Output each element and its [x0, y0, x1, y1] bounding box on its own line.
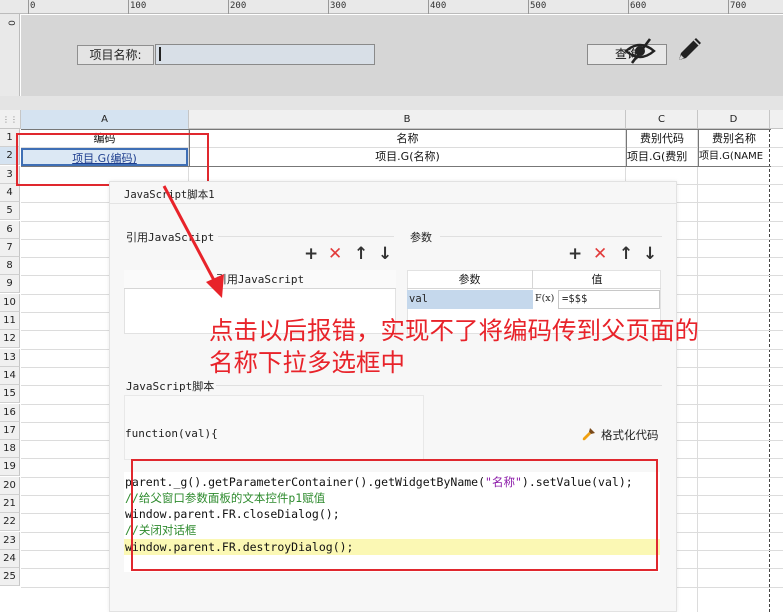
row-header-7[interactable]: 7 [0, 238, 20, 257]
ruler-label: 200 [230, 1, 247, 11]
function-signature: function(val){ [125, 427, 218, 440]
format-code-button[interactable]: 格式化代码 [601, 427, 659, 443]
edit-pencil-icon[interactable] [674, 33, 706, 65]
param-column-header: 参数 [407, 270, 533, 289]
add-icon[interactable]: + [304, 246, 318, 263]
row-header-5[interactable]: 5 [0, 202, 20, 221]
param-down-icon[interactable]: ↓ [643, 246, 657, 263]
text-caret [159, 47, 161, 61]
column-header-c[interactable]: C [626, 110, 698, 129]
divider [440, 236, 662, 237]
format-brush-icon[interactable] [581, 426, 597, 442]
row-header-6[interactable]: 6 [0, 220, 20, 239]
param-section-title: 参数 [410, 231, 432, 244]
horizontal-ruler: 0 100 200 300 400 500 600 700 [0, 0, 783, 14]
cell-d1[interactable]: 费别名称 [698, 130, 769, 148]
move-up-icon[interactable]: ↑ [354, 246, 368, 263]
ruler-label: 500 [530, 1, 547, 11]
project-name-label: 项目名称: [77, 45, 154, 65]
ruler-label: 0 [7, 20, 18, 26]
highlight-box-code [131, 459, 658, 571]
ruler-label: 300 [330, 1, 347, 11]
project-name-input[interactable] [155, 44, 375, 65]
annotation-line-2: 名称下拉多选框中 [209, 348, 405, 377]
row-header-14[interactable]: 14 [0, 366, 20, 385]
move-down-icon[interactable]: ↓ [378, 246, 392, 263]
row-header-17[interactable]: 17 [0, 421, 20, 440]
delete-param-icon[interactable]: ✕ [593, 246, 607, 263]
cell-d2[interactable]: 项目.G(NAME [698, 148, 769, 166]
eye-slash-icon[interactable] [623, 36, 657, 66]
divider [216, 385, 662, 386]
column-header-a[interactable]: A [21, 110, 189, 129]
row-header-16[interactable]: 16 [0, 403, 20, 422]
divider [218, 236, 394, 237]
annotation-line-1: 点击以后报错，实现不了将编码传到父页面的 [209, 316, 699, 345]
ruler-label: 0 [30, 1, 36, 11]
row-header-8[interactable]: 8 [0, 257, 20, 276]
cell-b1[interactable]: 名称 [189, 130, 625, 148]
param-up-icon[interactable]: ↑ [619, 246, 633, 263]
select-all-corner[interactable]: ⋮⋮ [0, 110, 21, 129]
row-header-4[interactable]: 4 [0, 183, 20, 202]
pane-separator [0, 96, 783, 110]
row-header-21[interactable]: 21 [0, 495, 20, 513]
row-header-22[interactable]: 22 [0, 513, 20, 532]
row-header-11[interactable]: 11 [0, 312, 20, 330]
row-header-20[interactable]: 20 [0, 476, 20, 495]
cell-b2[interactable]: 项目.G(名称) [189, 148, 625, 166]
value-column-header: 值 [533, 270, 661, 289]
row-header-9[interactable]: 9 [0, 275, 20, 294]
annotation-text: 点击以后报错，实现不了将编码传到父页面的 名称下拉多选框中 [209, 315, 699, 379]
row-header-24[interactable]: 24 [0, 549, 20, 568]
param-name-cell[interactable]: val [407, 290, 533, 309]
row-header-12[interactable]: 12 [0, 330, 20, 349]
vertical-ruler: 0 [0, 14, 20, 96]
row-header-15[interactable]: 15 [0, 385, 20, 404]
cell-c1[interactable]: 费别代码 [626, 130, 697, 148]
column-header-bar: ⋮⋮ A B C D [0, 110, 783, 129]
row-header-19[interactable]: 19 [0, 458, 20, 477]
row-header-25[interactable]: 25 [0, 568, 20, 587]
row-header-18[interactable]: 18 [0, 440, 20, 459]
row-header-23[interactable]: 23 [0, 531, 20, 550]
cell-c2[interactable]: 项目.G(费别 [626, 148, 697, 166]
column-header-d[interactable]: D [698, 110, 770, 129]
row-header-10[interactable]: 10 [0, 293, 20, 312]
row-header-13[interactable]: 13 [0, 348, 20, 367]
ruler-label: 400 [430, 1, 447, 11]
param-value-field[interactable]: =$$$ [558, 290, 660, 309]
ruler-label: 600 [630, 1, 647, 11]
column-header-b[interactable]: B [189, 110, 626, 129]
script-section-title: JavaScript脚本 [126, 380, 215, 393]
delete-icon[interactable]: ✕ [328, 246, 342, 263]
annotation-arrow [162, 185, 224, 298]
add-param-icon[interactable]: + [568, 246, 582, 263]
ruler-label: 700 [730, 1, 747, 11]
formula-icon[interactable]: F(x) [535, 289, 557, 309]
ruler-label: 100 [130, 1, 147, 11]
